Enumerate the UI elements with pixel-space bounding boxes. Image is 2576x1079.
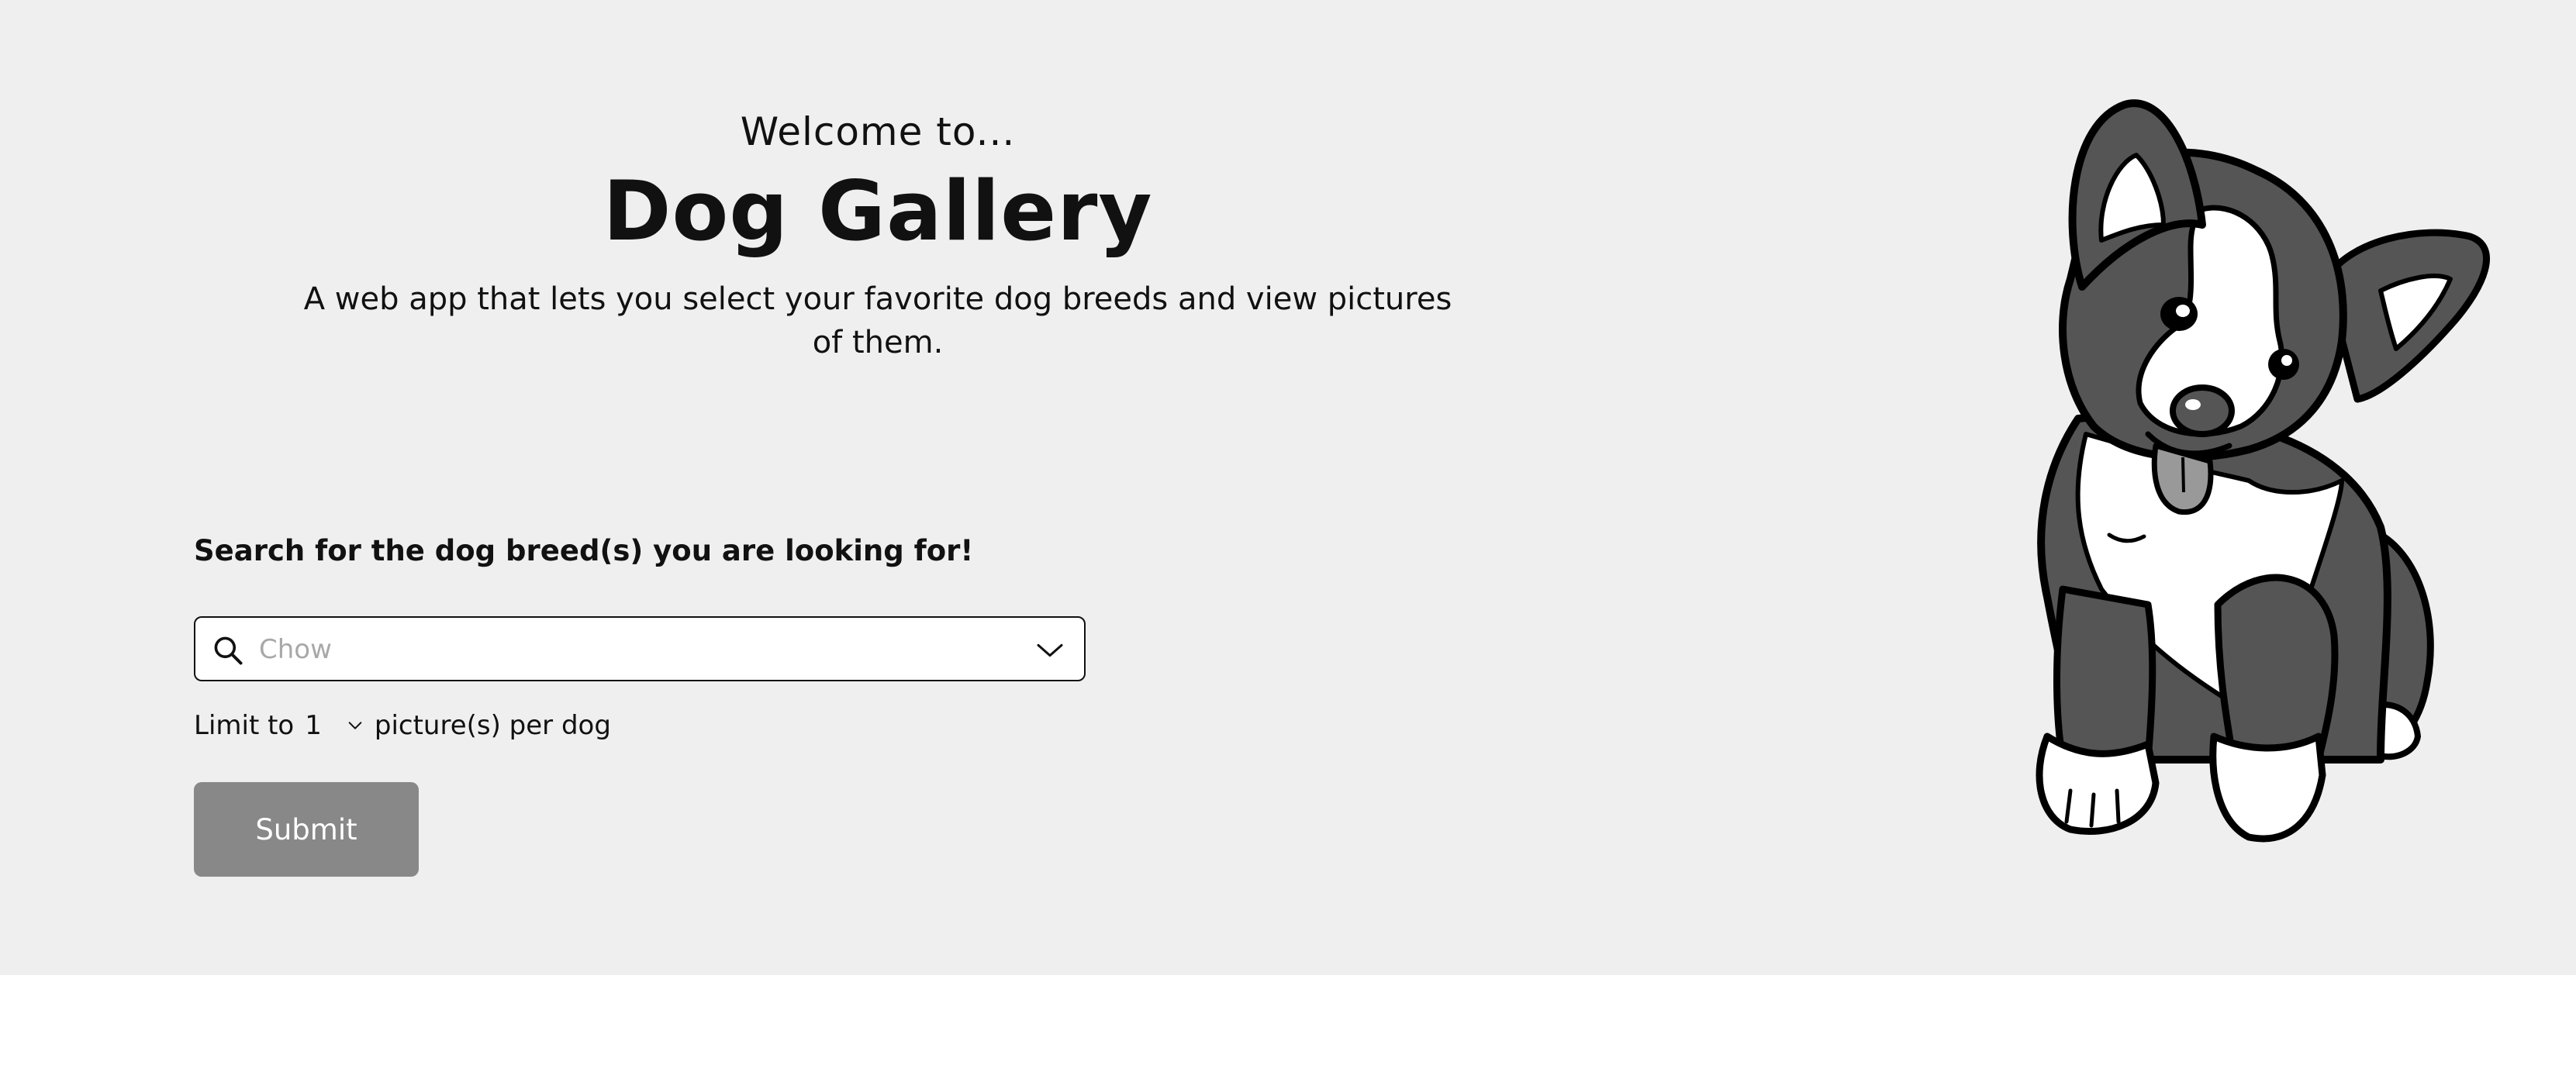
breed-search-input[interactable] [257, 629, 1005, 670]
welcome-text: Welcome to... [740, 109, 1016, 154]
limit-prefix: Limit to [194, 710, 295, 741]
limit-suffix: picture(s) per dog [374, 710, 611, 741]
search-heading: Search for the dog breed(s) you are look… [194, 534, 974, 567]
breed-search-combobox[interactable] [194, 616, 1086, 681]
tagline: A web app that lets you select your favo… [303, 281, 1452, 360]
intro: Welcome to... Dog Gallery A web app that… [180, 99, 1576, 364]
limit-row: Limit to 1 picture(s) per dog [194, 705, 611, 746]
search-icon [214, 636, 243, 665]
page-title: Dog Gallery [603, 164, 1153, 259]
chevron-down-icon[interactable] [1033, 635, 1067, 666]
hero-section: Welcome to... Dog Gallery A web app that… [0, 0, 2576, 975]
submit-button[interactable]: Submit [194, 782, 419, 877]
limit-selected-value: 1 [305, 710, 322, 741]
limit-select[interactable]: 1 [305, 705, 364, 746]
dog-illustration [2036, 99, 2491, 843]
chevron-down-icon [348, 722, 362, 729]
